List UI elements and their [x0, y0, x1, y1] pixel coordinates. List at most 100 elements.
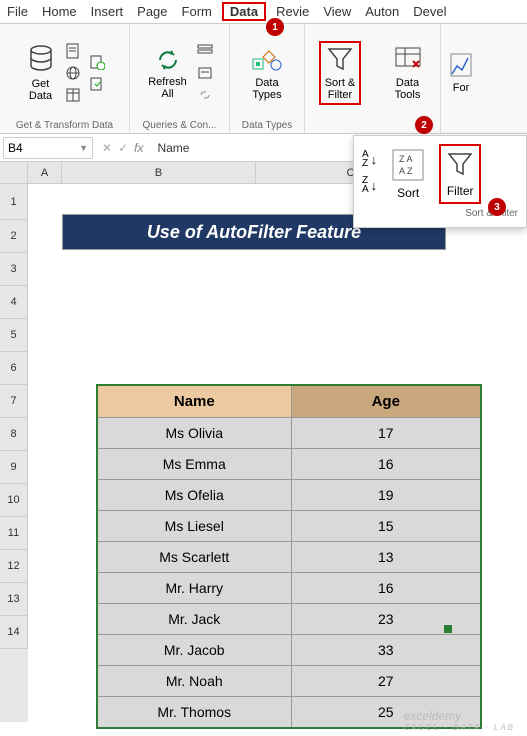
header-age[interactable]: Age — [291, 385, 481, 418]
col-header[interactable]: B — [62, 162, 256, 184]
name-box[interactable]: B4 ▼ — [3, 137, 93, 159]
edit-links-button[interactable] — [195, 85, 215, 105]
row-header[interactable]: 2 — [0, 220, 28, 253]
selection-handle[interactable] — [444, 625, 452, 633]
data-tools-icon — [393, 45, 423, 75]
funnel-icon — [325, 45, 355, 75]
group-label-data-types: Data Types — [242, 118, 292, 133]
menu-bar: File Home Insert Page Form Data Revie Vi… — [0, 0, 527, 24]
table-row[interactable]: Ms Emma16 — [97, 449, 481, 480]
tab-view[interactable]: View — [319, 2, 355, 21]
table-row[interactable]: Mr. Jacob33 — [97, 635, 481, 666]
refresh-icon — [154, 46, 182, 74]
callout-1: 1 — [266, 18, 284, 36]
data-tools-button[interactable]: Data Tools — [389, 43, 427, 103]
from-table-button[interactable] — [63, 85, 83, 105]
tab-developer[interactable]: Devel — [409, 2, 450, 21]
tab-formulas[interactable]: Form — [178, 2, 216, 21]
row-header[interactable]: 1 — [0, 184, 28, 220]
row-header[interactable]: 12 — [0, 550, 28, 583]
tab-data[interactable]: Data — [222, 2, 266, 21]
fx-icon[interactable]: fx — [134, 141, 143, 155]
table-row[interactable]: Ms Liesel15 — [97, 511, 481, 542]
globe-icon — [65, 65, 81, 81]
database-icon — [27, 44, 55, 76]
table-row[interactable]: Mr. Jack23 — [97, 604, 481, 635]
sort-dialog-icon: Z A A Z — [391, 148, 425, 182]
from-text-button[interactable] — [63, 41, 83, 61]
props-icon — [197, 66, 213, 80]
row-header[interactable]: 8 — [0, 418, 28, 451]
tab-insert[interactable]: Insert — [87, 2, 128, 21]
row-header[interactable]: 14 — [0, 616, 28, 649]
queries-conn-button[interactable] — [195, 41, 215, 61]
data-table[interactable]: Name Age Ms Olivia17 Ms Emma16 Ms Ofelia… — [96, 384, 482, 729]
table-row[interactable]: Mr. Noah27 — [97, 666, 481, 697]
select-all[interactable] — [0, 162, 28, 184]
row-header[interactable]: 7 — [0, 385, 28, 418]
formula-value[interactable]: Name — [157, 141, 189, 155]
funnel-icon — [445, 150, 475, 180]
table-row[interactable]: Ms Olivia17 — [97, 418, 481, 449]
row-header[interactable]: 5 — [0, 319, 28, 352]
group-get-transform: Get Data Get & Transform Data — [0, 24, 130, 133]
svg-text:Z A: Z A — [399, 154, 413, 164]
data-types-button[interactable]: Data Types — [247, 43, 287, 103]
group-sort-filter: Sort & Filter — [305, 24, 375, 133]
row-header[interactable]: 9 — [0, 451, 28, 484]
header-name[interactable]: Name — [97, 385, 291, 418]
group-queries: Refresh All Queries & Con... — [130, 24, 230, 133]
refresh-all-button[interactable]: Refresh All — [144, 44, 191, 102]
sort-asc-button[interactable]: AZ ↓ — [362, 150, 377, 168]
svg-text:A Z: A Z — [399, 166, 413, 176]
tab-home[interactable]: Home — [38, 2, 81, 21]
data-types-icon — [251, 45, 283, 75]
sort-filter-button[interactable]: Sort & Filter — [319, 41, 362, 105]
tab-file[interactable]: File — [3, 2, 32, 21]
group-data-tools: Data Tools — [375, 24, 441, 133]
row-header[interactable]: 4 — [0, 286, 28, 319]
list-icon — [197, 44, 213, 58]
get-data-button[interactable]: Get Data — [23, 42, 59, 104]
link-icon — [197, 88, 213, 102]
sort-dialog-button[interactable]: Z AA Z Sort — [387, 144, 429, 204]
table-header-row: Name Age — [97, 385, 481, 418]
filter-button[interactable]: Filter — [439, 144, 481, 204]
callout-3: 3 — [488, 198, 506, 216]
group-forecast: For — [441, 24, 481, 133]
row-header[interactable]: 11 — [0, 517, 28, 550]
group-label-get-transform: Get & Transform Data — [16, 118, 113, 133]
ribbon: Get Data Get & Transform Data Refresh Al… — [0, 24, 527, 134]
existing-conn-button[interactable] — [87, 74, 107, 94]
row-header[interactable]: 6 — [0, 352, 28, 385]
forecast-icon — [449, 52, 473, 80]
table-row[interactable]: Ms Ofelia19 — [97, 480, 481, 511]
tab-automate[interactable]: Auton — [361, 2, 403, 21]
arrow-down-icon: ↓ — [371, 152, 378, 167]
from-web-button[interactable] — [63, 63, 83, 83]
row-header[interactable]: 10 — [0, 484, 28, 517]
connection-icon — [89, 76, 105, 92]
arrow-down-icon: ↓ — [371, 178, 378, 193]
group-label-queries: Queries & Con... — [143, 118, 217, 133]
group-data-types: Data Types Data Types — [230, 24, 305, 133]
forecast-button[interactable]: For — [445, 50, 477, 96]
chevron-down-icon: ▼ — [79, 143, 88, 153]
col-header[interactable]: A — [28, 162, 62, 184]
recent-icon — [89, 54, 105, 70]
properties-button[interactable] — [195, 63, 215, 83]
cancel-icon[interactable]: ✕ — [102, 141, 112, 155]
sheet-area: 1 2 3 4 5 6 7 8 9 10 11 12 13 14 A B C U… — [0, 162, 527, 722]
table-row[interactable]: Ms Scarlett13 — [97, 542, 481, 573]
callout-2: 2 — [415, 116, 433, 134]
row-header[interactable]: 13 — [0, 583, 28, 616]
row-header[interactable]: 3 — [0, 253, 28, 286]
enter-icon[interactable]: ✓ — [118, 141, 128, 155]
row-headers: 1 2 3 4 5 6 7 8 9 10 11 12 13 14 — [0, 162, 28, 722]
file-icon — [65, 43, 81, 59]
tab-page[interactable]: Page — [133, 2, 171, 21]
recent-sources-button[interactable] — [87, 52, 107, 72]
table-row[interactable]: Mr. Harry16 — [97, 573, 481, 604]
sort-desc-button[interactable]: ZA ↓ — [362, 176, 377, 194]
watermark: exceldemy EXCEL · DATA · LAB — [404, 709, 515, 732]
